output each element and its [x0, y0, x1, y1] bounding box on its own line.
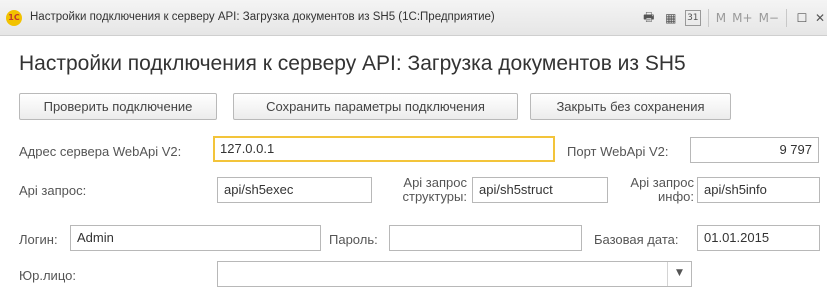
chevron-down-icon[interactable]: ▼ [667, 262, 691, 286]
calendar-icon[interactable]: 31 [684, 10, 701, 26]
server-address-label: Адрес сервера WebApi V2: [19, 144, 182, 159]
base-date-label: Базовая дата: [594, 232, 679, 247]
api-info-label: Api запрос инфо: [630, 175, 694, 204]
base-date-field[interactable]: 01.01.2015 [697, 225, 820, 251]
page-title: Настройки подключения к серверу API: Заг… [19, 52, 686, 75]
password-label: Пароль: [329, 232, 378, 247]
login-field[interactable]: Admin [70, 225, 321, 251]
memory-plus-button[interactable]: M+ [729, 11, 755, 25]
api-request-field[interactable]: api/sh5exec [217, 177, 372, 203]
maximize-icon[interactable]: ☐ [791, 7, 813, 29]
port-label: Порт WebApi V2: [567, 144, 669, 159]
org-label: Юр.лицо: [19, 268, 76, 283]
port-field[interactable]: 9 797 [690, 137, 819, 163]
titlebar-separator [786, 9, 787, 27]
api-request-label: Api запрос: [19, 183, 87, 198]
window-titlebar: 1С Настройки подключения к серверу API: … [0, 0, 827, 36]
calculator-icon[interactable]: ▦ [660, 7, 682, 29]
login-label: Логин: [19, 232, 58, 247]
password-field[interactable] [389, 225, 582, 251]
memory-minus-button[interactable]: M− [756, 11, 782, 25]
api-struct-field[interactable]: api/sh5struct [472, 177, 608, 203]
app-logo-icon: 1С [6, 10, 22, 26]
api-info-field[interactable]: api/sh5info [697, 177, 820, 203]
titlebar-separator [707, 9, 709, 27]
save-settings-button[interactable]: Сохранить параметры подключения [233, 93, 518, 120]
api-struct-label: Api запрос структуры: [402, 175, 467, 204]
print-icon[interactable]: 🖶 [638, 7, 660, 29]
titlebar-controls: 🖶 ▦ 31 M M+ M− ☐ ✕ [638, 6, 827, 30]
close-without-saving-button[interactable]: Закрыть без сохранения [530, 93, 731, 120]
server-address-field[interactable]: 127.0.0.1 [213, 136, 555, 162]
check-connection-button[interactable]: Проверить подключение [19, 93, 217, 120]
close-icon[interactable]: ✕ [813, 7, 827, 29]
window-title: Настройки подключения к серверу API: Заг… [30, 11, 495, 23]
memory-m-button[interactable]: M [713, 11, 729, 25]
org-select[interactable]: ▼ [217, 261, 692, 287]
